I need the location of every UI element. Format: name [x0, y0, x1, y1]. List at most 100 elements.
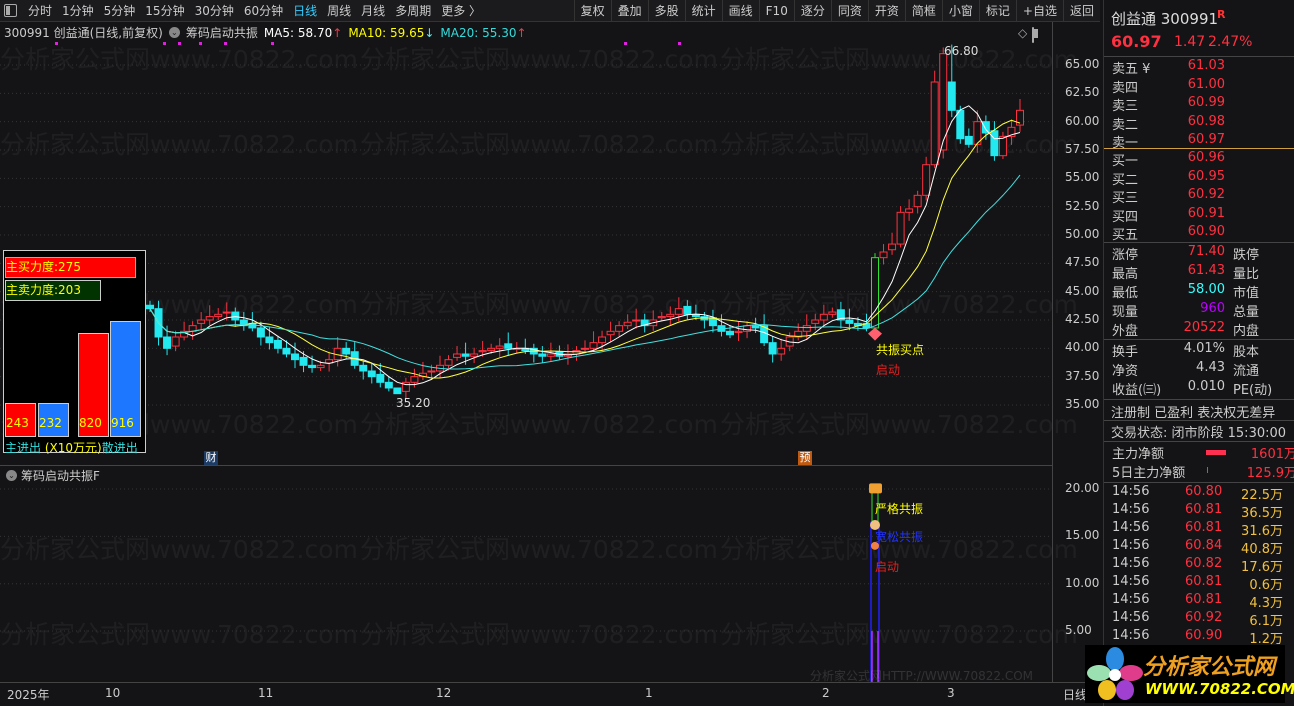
ask-row[interactable]: 卖四 61.00	[1112, 77, 1294, 96]
candle-body[interactable]	[734, 330, 743, 333]
candle-body[interactable]	[802, 325, 811, 332]
candle-body[interactable]	[751, 325, 760, 329]
candle-body[interactable]	[197, 319, 206, 324]
toolbar-button-13[interactable]: 返回	[1062, 0, 1100, 22]
candle-body[interactable]	[231, 311, 240, 321]
candle-body[interactable]	[171, 336, 180, 347]
candle-body[interactable]	[376, 373, 385, 383]
trade-row[interactable]: 14:56 60.90 1.2万	[1112, 628, 1294, 647]
candle-body[interactable]	[956, 109, 965, 140]
candle-body[interactable]	[632, 319, 641, 322]
candle-body[interactable]	[666, 313, 675, 318]
candle-body[interactable]	[487, 347, 496, 352]
candle-body[interactable]	[495, 345, 504, 349]
trade-row[interactable]: 14:56 60.80 22.5万	[1112, 484, 1294, 503]
candle-body[interactable]	[316, 364, 325, 369]
candle-body[interactable]	[367, 370, 376, 378]
candle-body[interactable]	[581, 347, 589, 350]
candle-body[interactable]	[589, 342, 598, 349]
stat-row[interactable]: 净资 4.43 流通	[1112, 360, 1294, 379]
trade-row[interactable]: 14:56 60.92 6.1万	[1112, 610, 1294, 629]
trade-row[interactable]: 14:56 60.81 36.5万	[1112, 502, 1294, 521]
candle-body[interactable]	[273, 339, 282, 349]
candle-body[interactable]	[726, 330, 734, 336]
candle-body[interactable]	[342, 347, 351, 355]
financial-report-marker[interactable]: 财	[204, 451, 218, 465]
candle-body[interactable]	[657, 316, 666, 319]
candle-body[interactable]	[291, 353, 299, 361]
pane-divider[interactable]	[0, 465, 1052, 466]
candle-body[interactable]	[222, 311, 231, 314]
trade-row[interactable]: 14:56 60.81 31.6万	[1112, 520, 1294, 539]
candle-body[interactable]	[947, 81, 956, 111]
candle-body[interactable]	[888, 243, 897, 251]
forecast-marker[interactable]: 预	[798, 451, 812, 465]
stat-row[interactable]: 最低 58.00 市值	[1112, 282, 1294, 301]
five-day-net-row[interactable]: 5日主力净额 125.9万	[1112, 462, 1294, 481]
stat-row[interactable]: 换手 4.01% 股本	[1112, 341, 1294, 360]
candle-body[interactable]	[384, 381, 393, 389]
candle-body[interactable]	[214, 313, 223, 318]
candle-body[interactable]	[913, 194, 922, 208]
candle-body[interactable]	[674, 308, 683, 315]
candle-body[interactable]	[683, 305, 692, 315]
candle-body[interactable]	[768, 342, 777, 355]
candle-body[interactable]	[743, 325, 752, 332]
trade-row[interactable]: 14:56 60.81 0.6万	[1112, 574, 1294, 593]
candle-body[interactable]	[444, 359, 453, 366]
candle-body[interactable]	[777, 347, 786, 355]
stat-row[interactable]: 外盘 20522 内盘	[1112, 320, 1294, 339]
candle-body[interactable]	[598, 336, 607, 344]
ask-row[interactable]: 卖二 60.98	[1112, 114, 1294, 133]
bid-row[interactable]: 买四 60.91	[1112, 206, 1294, 225]
stat-row[interactable]: 收益(㈢) 0.010 PE(动)	[1112, 379, 1294, 398]
trade-row[interactable]: 14:56 60.84 40.8万	[1112, 538, 1294, 557]
date-axis[interactable]: 2025年 10 11 12 1 2 3 日线	[0, 682, 1100, 706]
candle-body[interactable]	[896, 211, 905, 245]
stat-row[interactable]: 涨停 71.40 跌停	[1112, 244, 1294, 263]
candle-body[interactable]	[819, 313, 828, 321]
bid-row[interactable]: 买一 60.96	[1112, 150, 1294, 169]
candle-body[interactable]	[410, 376, 419, 383]
candle-body[interactable]	[256, 327, 265, 338]
ask-row[interactable]: 卖五 ¥ 61.03	[1112, 58, 1294, 77]
candle-body[interactable]	[964, 135, 973, 145]
candle-body[interactable]	[359, 364, 368, 372]
candle-body[interactable]	[998, 135, 1007, 157]
candle-body[interactable]	[205, 316, 214, 321]
candle-body[interactable]	[282, 347, 291, 355]
candle-body[interactable]	[990, 130, 999, 157]
candle-body[interactable]	[879, 251, 888, 259]
candle-body[interactable]	[845, 319, 854, 324]
candle-body[interactable]	[981, 121, 990, 134]
bid-row[interactable]: 买二 60.95	[1112, 169, 1294, 188]
price-axis[interactable]: 65.00 62.50 60.00 57.50 55.00 52.50 50.00 47.50…	[1052, 22, 1102, 705]
bid-row[interactable]: 买五 60.90	[1112, 224, 1294, 243]
main-net-row[interactable]: 主力净额 1601万	[1112, 443, 1294, 462]
candle-body[interactable]	[470, 353, 479, 357]
candle-body[interactable]	[922, 164, 931, 196]
ask-row[interactable]: 卖三 60.99	[1112, 95, 1294, 114]
candle-body[interactable]	[299, 356, 308, 366]
candle-body[interactable]	[615, 325, 624, 332]
bid-row[interactable]: 买三 60.92	[1112, 187, 1294, 206]
trade-row[interactable]: 14:56 60.82 17.6万	[1112, 556, 1294, 575]
candle-body[interactable]	[461, 353, 470, 357]
candle-body[interactable]	[811, 319, 820, 324]
candle-body[interactable]	[828, 311, 837, 315]
lower-indicator-name[interactable]: 筹码启动共振F	[21, 467, 100, 484]
stat-row[interactable]: 现量 960 总量	[1112, 301, 1294, 320]
candle-body[interactable]	[308, 364, 317, 369]
candle-body[interactable]	[606, 330, 615, 336]
indicator-dropdown-icon[interactable]: ⌄	[6, 470, 17, 481]
candle-body[interactable]	[905, 208, 914, 213]
trade-row[interactable]: 14:56 60.81 4.3万	[1112, 592, 1294, 611]
candle-body[interactable]	[623, 321, 632, 327]
candle-body[interactable]	[393, 387, 402, 395]
candle-body[interactable]	[504, 343, 513, 349]
stat-row[interactable]: 最高 61.43 量比	[1112, 263, 1294, 282]
candle-body[interactable]	[871, 257, 879, 329]
candle-body[interactable]	[538, 353, 547, 357]
candle-body[interactable]	[427, 370, 436, 373]
candle-body[interactable]	[546, 353, 555, 357]
